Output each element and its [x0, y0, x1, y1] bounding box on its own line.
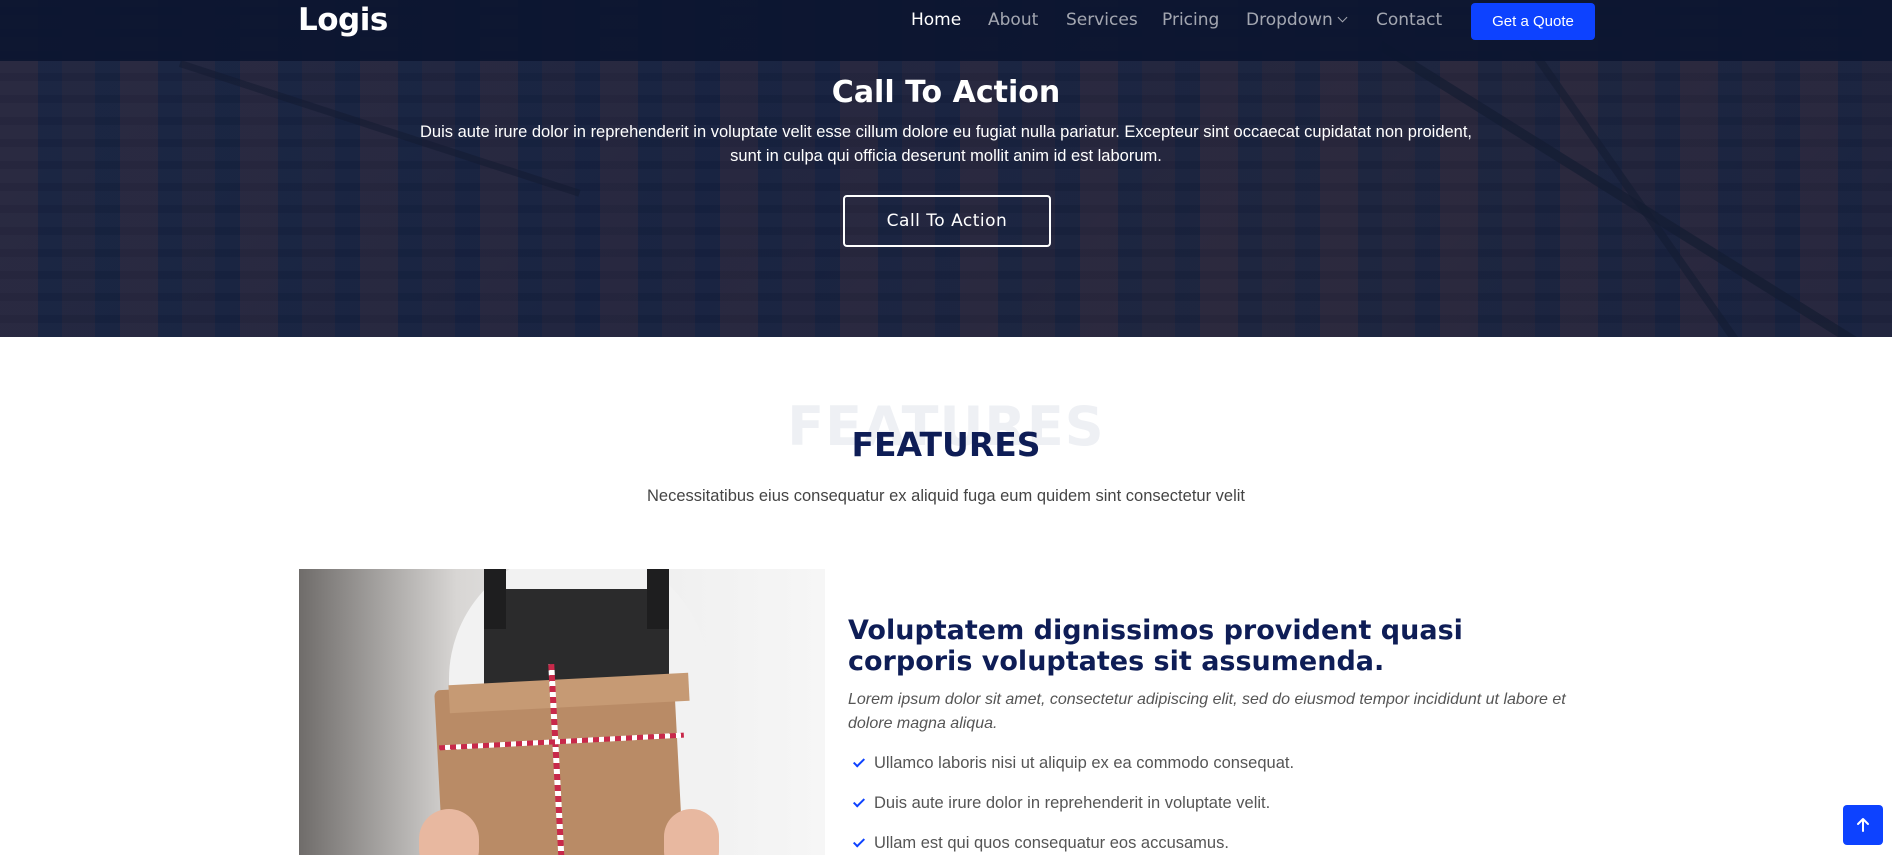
check-icon: [852, 755, 866, 768]
get-a-quote-button[interactable]: Get a Quote: [1471, 3, 1595, 40]
scroll-top-button[interactable]: [1843, 805, 1883, 845]
list-item: Ullamco laboris nisi ut aliquip ex ea co…: [852, 754, 1294, 794]
check-icon: [852, 835, 866, 848]
chevron-down-icon: [1337, 12, 1348, 23]
nav-home[interactable]: Home: [911, 10, 961, 30]
list-item: Ullam est qui quos consequatur eos accus…: [852, 834, 1294, 855]
features-subtitle: Necessitatibus eius consequatur ex aliqu…: [647, 487, 1245, 505]
list-item: Duis aute irure dolor in reprehenderit i…: [852, 794, 1294, 834]
feature-list: Ullamco laboris nisi ut aliquip ex ea co…: [852, 754, 1294, 855]
nav-pricing[interactable]: Pricing: [1162, 10, 1219, 30]
cta-title: Call To Action: [831, 75, 1061, 110]
call-to-action-button[interactable]: Call To Action: [843, 195, 1051, 247]
logo[interactable]: Logis: [298, 2, 388, 38]
feature-lead: Lorem ipsum dolor sit amet, consectetur …: [848, 691, 1566, 732]
nav-dropdown-label: Dropdown: [1246, 10, 1333, 30]
site-header: Logis Home About Services Pricing Dropdo…: [0, 0, 1892, 61]
feature-image-gift-box: [299, 569, 825, 855]
nav-dropdown[interactable]: Dropdown: [1246, 10, 1348, 30]
arrow-up-icon: [1857, 818, 1869, 832]
cta-text: Duis aute irure dolor in reprehenderit i…: [419, 123, 1473, 165]
nav-about[interactable]: About: [988, 10, 1038, 30]
check-icon: [852, 795, 866, 808]
features-title: FEATURES: [851, 425, 1041, 464]
nav-services[interactable]: Services: [1066, 10, 1138, 30]
feature-heading: Voluptatem dignissimos provident quasi c…: [848, 615, 1463, 677]
nav-contact[interactable]: Contact: [1376, 10, 1442, 30]
